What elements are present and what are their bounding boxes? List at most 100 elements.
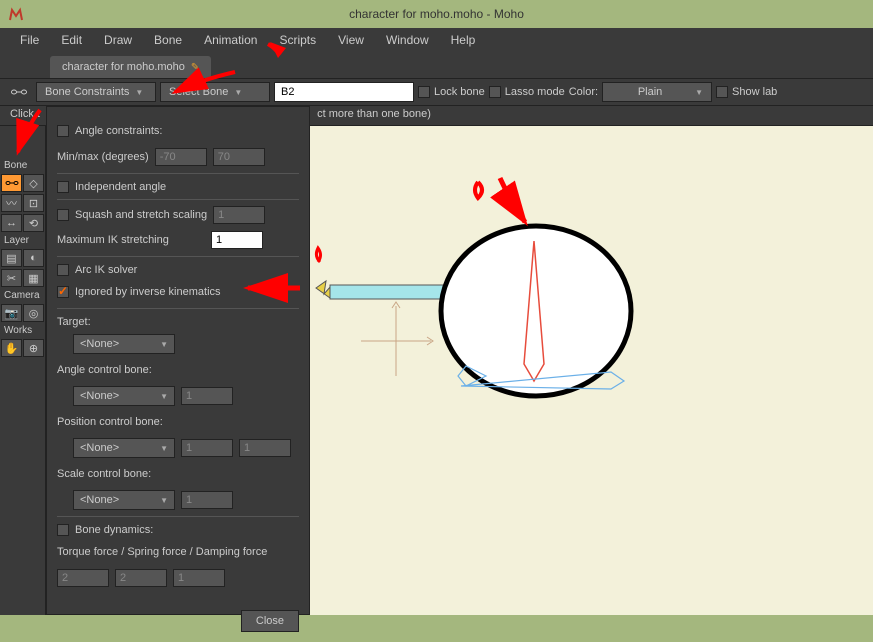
document-tab-label: character for moho.moho [62, 61, 185, 73]
position-num2-input[interactable] [239, 439, 291, 457]
ignored-ik-label: Ignored by inverse kinematics [75, 286, 221, 298]
scale-num-input[interactable] [181, 491, 233, 509]
document-tabbar: character for moho.moho ✎ [0, 52, 873, 78]
document-tab[interactable]: character for moho.moho ✎ [50, 56, 211, 78]
checkbox-icon [57, 264, 69, 276]
chevron-down-icon: ▼ [135, 88, 143, 97]
max-degrees-input[interactable] [213, 148, 265, 166]
squash-stretch-label: Squash and stretch scaling [75, 209, 207, 221]
checkbox-icon [418, 86, 430, 98]
titlebar: character for moho.moho - Moho [0, 0, 873, 28]
menu-view[interactable]: View [328, 30, 374, 50]
position-num1-input[interactable] [181, 439, 233, 457]
max-ik-input[interactable] [211, 231, 263, 249]
color-value: Plain [611, 86, 689, 98]
select-bone-tool[interactable] [1, 174, 22, 192]
bone-constraints-panel: Angle constraints: Min/max (degrees) Ind… [46, 106, 310, 615]
position-control-dropdown[interactable]: <None> ▼ [73, 438, 175, 458]
checkbox-icon [716, 86, 728, 98]
bone-tool-3[interactable]: 〰 [1, 194, 22, 212]
bone-name-input[interactable] [274, 82, 414, 102]
chevron-down-icon: ▼ [234, 88, 242, 97]
scale-control-value: <None> [80, 494, 119, 506]
menu-file[interactable]: File [10, 30, 49, 50]
menu-draw[interactable]: Draw [94, 30, 142, 50]
squash-value-input[interactable] [213, 206, 265, 224]
checkbox-icon [57, 209, 69, 221]
show-labels-check[interactable]: Show lab [716, 86, 777, 98]
camera-tool-2[interactable]: ◎ [23, 304, 44, 322]
checkbox-icon [57, 524, 69, 536]
angle-control-num-input[interactable] [181, 387, 233, 405]
menu-animation[interactable]: Animation [194, 30, 267, 50]
camera-tool-1[interactable]: 📷 [1, 304, 22, 322]
arc-ik-check[interactable]: Arc IK solver [57, 256, 299, 276]
chevron-down-icon: ▼ [160, 392, 168, 401]
independent-angle-check[interactable]: Independent angle [57, 173, 299, 193]
bone-constraints-dropdown[interactable]: Bone Constraints ▼ [36, 82, 156, 102]
angle-control-value: <None> [80, 390, 119, 402]
chevron-down-icon: ▼ [160, 340, 168, 349]
lock-bone-check[interactable]: Lock bone [418, 86, 485, 98]
menu-edit[interactable]: Edit [51, 30, 92, 50]
bone-dynamics-label: Bone dynamics: [75, 524, 153, 536]
target-value: <None> [80, 338, 119, 350]
angle-control-dropdown[interactable]: <None> ▼ [73, 386, 175, 406]
checkbox-checked-icon [57, 286, 69, 298]
layer-tool-4[interactable]: ▦ [23, 269, 44, 287]
min-degrees-input[interactable] [155, 148, 207, 166]
dynamics-label: Torque force / Spring force / Damping fo… [57, 546, 267, 558]
menu-bone[interactable]: Bone [144, 30, 192, 50]
menubar: File Edit Draw Bone Animation Scripts Vi… [0, 28, 873, 52]
menu-scripts[interactable]: Scripts [269, 30, 326, 50]
sidebar-section-camera: Camera [0, 288, 45, 303]
checkbox-icon [57, 181, 69, 193]
scale-control-dropdown[interactable]: <None> ▼ [73, 490, 175, 510]
hint-text-prefix: Click t [10, 108, 46, 120]
angle-constraints-check[interactable]: Angle constraints: [57, 121, 299, 141]
window-title: character for moho.moho - Moho [349, 7, 524, 21]
pencil-icon: ✎ [191, 62, 199, 73]
lasso-mode-label: Lasso mode [505, 86, 565, 98]
menu-help[interactable]: Help [441, 30, 486, 50]
checkbox-icon [489, 86, 501, 98]
bone-tool-6[interactable]: ⟲ [23, 214, 44, 232]
sidebar-section-bone: Bone [0, 158, 45, 173]
max-ik-label: Maximum IK stretching [57, 234, 205, 246]
torque-input[interactable] [57, 569, 109, 587]
workspace-tool-1[interactable]: ✋ [1, 339, 22, 357]
position-control-label: Position control bone: [57, 416, 163, 428]
chevron-down-icon: ▼ [160, 496, 168, 505]
angle-constraints-label: Angle constraints: [75, 125, 162, 137]
select-bone-label: Select Bone [169, 86, 228, 98]
hint-text-suffix: ct more than one bone) [317, 108, 431, 120]
squash-stretch-check[interactable]: Squash and stretch scaling [57, 199, 299, 224]
color-dropdown[interactable]: Plain ▼ [602, 82, 712, 102]
show-labels-label: Show lab [732, 86, 777, 98]
bone-tool-4[interactable]: ⊡ [23, 194, 44, 212]
spring-input[interactable] [115, 569, 167, 587]
target-dropdown[interactable]: <None> ▼ [73, 334, 175, 354]
lasso-mode-check[interactable]: Lasso mode [489, 86, 565, 98]
bone-constraints-label: Bone Constraints [45, 86, 129, 98]
bone-tool-icon[interactable] [6, 82, 32, 102]
bone-tool-5[interactable]: ↔ [1, 214, 22, 232]
ignored-ik-check[interactable]: Ignored by inverse kinematics [57, 282, 299, 302]
close-button[interactable]: Close [241, 610, 299, 632]
sidebar-section-workspace: Works [0, 323, 45, 338]
tool-sidebar: Bone ◇ 〰 ⊡ ↔ ⟲ Layer ▤ ◐ ✂ ▦ Camera 📷 ◎ … [0, 126, 46, 615]
damping-input[interactable] [173, 569, 225, 587]
bone-dynamics-check[interactable]: Bone dynamics: [57, 516, 299, 536]
workspace-tool-2[interactable]: ⊕ [23, 339, 44, 357]
tool-options-bar: Bone Constraints ▼ Select Bone ▼ Lock bo… [0, 78, 873, 106]
app-logo-icon [8, 6, 24, 22]
arc-ik-label: Arc IK solver [75, 264, 137, 276]
layer-tool-1[interactable]: ▤ [1, 249, 22, 267]
target-label: Target: [57, 316, 91, 328]
select-bone-dropdown[interactable]: Select Bone ▼ [160, 82, 270, 102]
chevron-down-icon: ▼ [160, 444, 168, 453]
bone-tool-2[interactable]: ◇ [23, 174, 44, 192]
layer-tool-2[interactable]: ◐ [23, 249, 44, 267]
menu-window[interactable]: Window [376, 30, 439, 50]
layer-tool-3[interactable]: ✂ [1, 269, 22, 287]
